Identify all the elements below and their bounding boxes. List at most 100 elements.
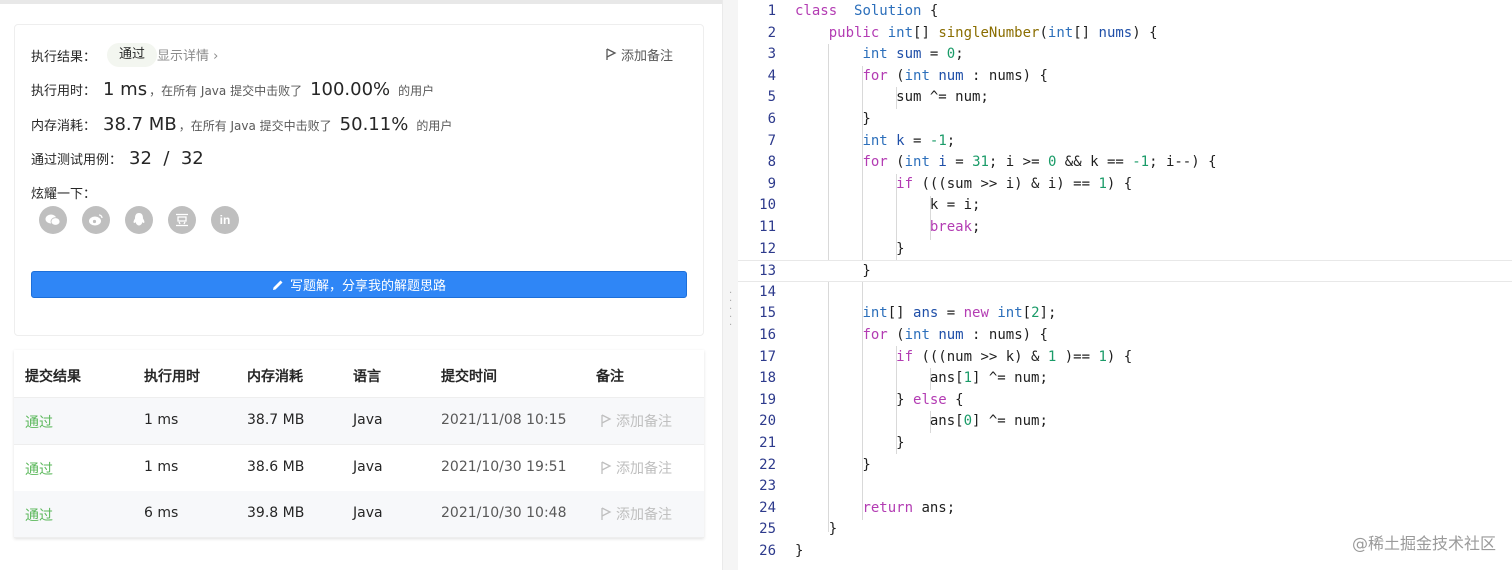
code-line[interactable]: 21 } [738, 433, 1512, 455]
code-line[interactable]: 14 [738, 282, 1512, 304]
flag-icon [601, 414, 612, 427]
code-line[interactable]: 19 } else { [738, 390, 1512, 412]
line-number: 24 [759, 499, 776, 516]
code-editor[interactable]: 1 class Solution { 2 public int[] singleNu… [738, 0, 1512, 570]
code-line[interactable]: 23 [738, 476, 1512, 498]
line-number: 7 [767, 132, 776, 149]
weibo-icon[interactable] [82, 206, 110, 234]
wechat-icon[interactable] [39, 206, 67, 234]
add-note-button[interactable]: 添加备注 [605, 45, 673, 64]
row-submit-time: 2021/11/08 10:15 [441, 412, 567, 428]
code-line[interactable]: 4 for (int num : nums) { [738, 66, 1512, 88]
line-number: 5 [767, 89, 776, 106]
code-text: ans[0] ^= num; [795, 413, 1048, 430]
code-line[interactable]: 15 int[] ans = new int[2]; [738, 303, 1512, 325]
write-solution-button[interactable]: 写题解，分享我的解题思路 [31, 271, 687, 298]
write-solution-label: 写题解，分享我的解题思路 [289, 279, 446, 294]
table-row[interactable]: 通过 6 ms 39.8 MB Java 2021/10/30 10:48 添加… [14, 491, 704, 538]
memory-value: 38.7 MB [103, 114, 177, 135]
table-row[interactable]: 通过 1 ms 38.6 MB Java 2021/10/30 19:51 添加… [14, 445, 704, 492]
code-text: } [795, 240, 905, 257]
row-status[interactable]: 通过 [25, 505, 53, 525]
code-line[interactable]: 24 return ans; [738, 498, 1512, 520]
code-line[interactable]: 17 if (((num >> k) & 1 )== 1) { [738, 347, 1512, 369]
code-text: int sum = 0; [862, 46, 964, 63]
code-text: } [795, 111, 871, 127]
line-number: 26 [759, 543, 776, 559]
row-add-note[interactable]: 添加备注 [600, 458, 672, 478]
row-memory: 38.7 MB [247, 412, 305, 428]
share-buttons: in [39, 206, 239, 234]
code-line[interactable]: 18 ans[1] ^= num; [738, 368, 1512, 390]
col-status: 提交结果 [25, 369, 81, 385]
row-runtime: 1 ms [144, 459, 179, 475]
code-line[interactable]: 1 class Solution { [738, 1, 1512, 23]
memory-label: 内存消耗： [31, 119, 97, 134]
submissions-table: 提交结果 执行用时 内存消耗 语言 提交时间 备注 通过 1 ms 38.7 M… [14, 350, 704, 538]
line-number: 20 [759, 413, 776, 430]
memory-percent: 50.11% [339, 114, 409, 135]
row-memory: 39.8 MB [247, 505, 305, 521]
row-add-note[interactable]: 添加备注 [600, 504, 672, 524]
testcases-line: 通过测试用例： 32 / 32 [31, 148, 204, 169]
testcases-value: 32 / 32 [129, 148, 204, 169]
row-status[interactable]: 通过 [25, 459, 53, 479]
qq-icon[interactable] [125, 206, 153, 234]
code-line[interactable]: 10 k = i; [738, 195, 1512, 217]
row-runtime: 1 ms [144, 412, 179, 428]
douban-icon[interactable] [168, 206, 196, 234]
flag-icon [606, 48, 617, 60]
table-row[interactable]: 通过 1 ms 38.7 MB Java 2021/11/08 10:15 添加… [14, 398, 704, 445]
col-submit-time: 提交时间 [441, 369, 497, 385]
code-text: class Solution { [795, 3, 939, 19]
row-language: Java [353, 412, 383, 428]
row-add-note[interactable]: 添加备注 [600, 411, 672, 431]
share-label: 炫耀一下： [31, 187, 97, 202]
line-number: 9 [767, 175, 776, 192]
code-line[interactable]: 16 for (int num : nums) { [738, 325, 1512, 347]
code-line[interactable]: 20 ans[0] ^= num; [738, 411, 1512, 433]
line-number: 2 [767, 24, 776, 41]
row-status[interactable]: 通过 [25, 412, 53, 432]
memory-beat-text: ，在所有 Java 提交中击败了 [178, 119, 332, 133]
testcases-label: 通过测试用例： [31, 153, 123, 168]
submission-panel: 执行结果： 通过 显示详情 › 添加备注 执行用时： 1 ms ，在所有 Jav… [0, 0, 722, 570]
code-line[interactable]: 9 if (((sum >> i) & i) == 1) { [738, 174, 1512, 196]
runtime-percent: 100.00% [310, 79, 391, 100]
runtime-label: 执行用时： [31, 84, 97, 99]
code-line[interactable]: 2 public int[] singleNumber(int[] nums) … [738, 23, 1512, 45]
code-line[interactable]: 11 break; [738, 217, 1512, 239]
show-details-link[interactable]: 显示详情 › [157, 45, 218, 64]
code-text: int k = -1; [862, 132, 956, 149]
code-line[interactable]: 22 } [738, 455, 1512, 477]
code-text: if (((num >> k) & 1 )== 1) { [896, 348, 1133, 365]
code-line[interactable]: 3 int sum = 0; [738, 44, 1512, 66]
linkedin-icon[interactable]: in [211, 206, 239, 234]
line-number: 1 [767, 3, 776, 19]
row-note-label: 添加备注 [616, 507, 672, 523]
code-text: for (int num : nums) { [862, 327, 1048, 343]
exec-result-label: 执行结果： [31, 50, 97, 65]
flag-icon [601, 507, 612, 520]
code-text: return ans; [862, 499, 956, 516]
code-line[interactable]: 13 } [738, 260, 1512, 282]
line-number: 17 [759, 348, 776, 365]
line-number: 25 [759, 521, 776, 538]
runtime-suffix: 的用户 [398, 84, 435, 98]
result-card: 执行结果： 通过 显示详情 › 添加备注 执行用时： 1 ms ，在所有 Jav… [14, 24, 704, 336]
code-text: ans[1] ^= num; [795, 370, 1048, 387]
flag-icon [601, 461, 612, 474]
line-number: 19 [759, 391, 776, 408]
code-line[interactable]: 12 } [738, 239, 1512, 261]
table-header: 提交结果 执行用时 内存消耗 语言 提交时间 备注 [14, 350, 704, 398]
code-text: for (int num : nums) { [862, 67, 1048, 84]
line-number: 15 [759, 305, 776, 322]
code-text: public int[] singleNumber(int[] nums) { [828, 24, 1158, 41]
code-line[interactable]: 8 for (int i = 31; i >= 0 && k == -1; i-… [738, 152, 1512, 174]
code-line[interactable]: 6 } [738, 109, 1512, 131]
line-number: 10 [759, 197, 776, 214]
code-line[interactable]: 5 sum ^= num; [738, 87, 1512, 109]
code-line[interactable]: 7 int k = -1; [738, 131, 1512, 153]
row-note-label: 添加备注 [616, 414, 672, 430]
line-number: 16 [759, 327, 776, 343]
